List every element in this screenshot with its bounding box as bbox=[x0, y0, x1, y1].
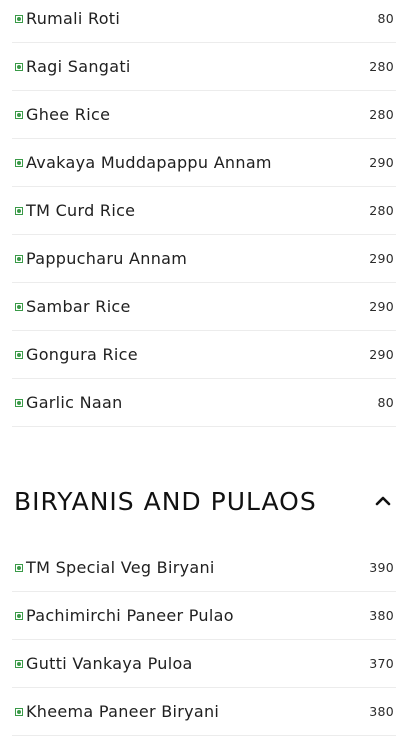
item-name: Ghee Rice bbox=[26, 105, 111, 124]
veg-mark-icon bbox=[15, 302, 23, 311]
item-name: Avakaya Muddapappu Annam bbox=[26, 153, 272, 172]
item-price: 280 bbox=[369, 59, 394, 74]
section-header-biryanis[interactable]: BIRYANIS AND PULAOS bbox=[14, 478, 392, 524]
item-price: 370 bbox=[369, 656, 394, 671]
item-price: 290 bbox=[369, 155, 394, 170]
veg-mark-icon bbox=[15, 110, 23, 119]
item-price: 380 bbox=[369, 608, 394, 623]
item-name: TM Special Veg Biryani bbox=[26, 558, 215, 577]
menu-item[interactable]: TM Curd Rice 280 bbox=[12, 187, 396, 235]
menu-item[interactable]: Pachimirchi Paneer Pulao 380 bbox=[12, 592, 396, 640]
menu-item[interactable]: Rumali Roti 80 bbox=[12, 0, 396, 43]
menu-item[interactable]: Gutti Vankaya Puloa 370 bbox=[12, 640, 396, 688]
item-price: 390 bbox=[369, 560, 394, 575]
chevron-up-icon[interactable] bbox=[374, 492, 392, 510]
veg-mark-icon bbox=[15, 659, 23, 668]
item-name: TM Curd Rice bbox=[26, 201, 136, 220]
item-name: Pachimirchi Paneer Pulao bbox=[26, 606, 234, 625]
menu-item[interactable]: TM Special Veg Biryani 390 bbox=[12, 544, 396, 592]
veg-mark-icon bbox=[15, 350, 23, 359]
item-name: Gongura Rice bbox=[26, 345, 138, 364]
item-name: Garlic Naan bbox=[26, 393, 123, 412]
menu-item[interactable]: Gongura Rice 290 bbox=[12, 331, 396, 379]
veg-mark-icon bbox=[15, 563, 23, 572]
item-price: 280 bbox=[369, 107, 394, 122]
menu-list-top: Rumali Roti 80 Ragi Sangati 280 Ghee Ric… bbox=[0, 0, 406, 427]
veg-mark-icon bbox=[15, 254, 23, 263]
veg-mark-icon bbox=[15, 707, 23, 716]
item-price: 280 bbox=[369, 203, 394, 218]
item-price: 380 bbox=[369, 704, 394, 719]
item-name: Kheema Paneer Biryani bbox=[26, 702, 220, 721]
item-name: Sambar Rice bbox=[26, 297, 131, 316]
menu-item[interactable]: Pappucharu Annam 290 bbox=[12, 235, 396, 283]
item-name: Gutti Vankaya Puloa bbox=[26, 654, 193, 673]
item-price: 80 bbox=[377, 395, 394, 410]
menu-item[interactable]: Kheema Paneer Biryani 380 bbox=[12, 688, 396, 736]
item-price: 290 bbox=[369, 251, 394, 266]
item-price: 290 bbox=[369, 347, 394, 362]
menu-item[interactable]: Sambar Rice 290 bbox=[12, 283, 396, 331]
item-name: Pappucharu Annam bbox=[26, 249, 188, 268]
menu-list-biryanis: TM Special Veg Biryani 390 Pachimirchi P… bbox=[0, 544, 406, 736]
veg-mark-icon bbox=[15, 206, 23, 215]
menu-item[interactable]: Garlic Naan 80 bbox=[12, 379, 396, 427]
veg-mark-icon bbox=[15, 611, 23, 620]
menu-item[interactable]: Ghee Rice 280 bbox=[12, 91, 396, 139]
section-title: BIRYANIS AND PULAOS bbox=[14, 486, 317, 516]
menu-item[interactable]: Avakaya Muddapappu Annam 290 bbox=[12, 139, 396, 187]
item-price: 290 bbox=[369, 299, 394, 314]
item-price: 80 bbox=[377, 11, 394, 26]
veg-mark-icon bbox=[15, 398, 23, 407]
item-name: Ragi Sangati bbox=[26, 57, 131, 76]
veg-mark-icon bbox=[15, 62, 23, 71]
item-name: Rumali Roti bbox=[26, 9, 121, 28]
veg-mark-icon bbox=[15, 158, 23, 167]
veg-mark-icon bbox=[15, 14, 23, 23]
menu-item[interactable]: Ragi Sangati 280 bbox=[12, 43, 396, 91]
